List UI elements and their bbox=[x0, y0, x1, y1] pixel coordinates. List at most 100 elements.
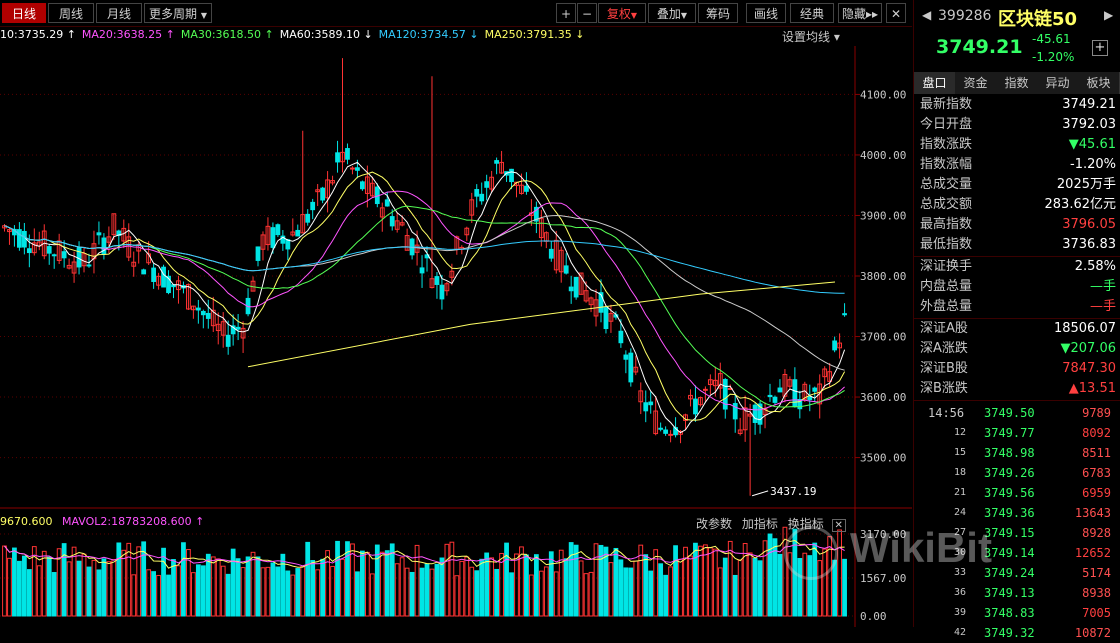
tick-price: 3749.26 bbox=[984, 466, 1035, 480]
tick-time: 21 bbox=[954, 487, 967, 498]
volume-bar bbox=[394, 563, 400, 617]
hide-button[interactable]: 隐藏▸▸ bbox=[838, 3, 882, 23]
vol-axis-label: 1567.00 bbox=[860, 572, 906, 585]
tick-row: 30 3749.14 12652 bbox=[914, 543, 1120, 563]
vol1-label: 9670.600 bbox=[0, 515, 53, 528]
quote-key: 最高指数 bbox=[920, 217, 973, 232]
panel-tab[interactable]: 异动 bbox=[1037, 72, 1079, 94]
volume-bar bbox=[404, 567, 410, 617]
volume-bar bbox=[171, 559, 176, 617]
panel-tab[interactable]: 指数 bbox=[996, 72, 1038, 94]
quote-key: 最低指数 bbox=[920, 237, 973, 252]
volume-bar bbox=[320, 558, 326, 617]
y-axis-label: 4000.00 bbox=[860, 149, 906, 162]
candle-body bbox=[235, 326, 241, 330]
tick-row: 14:56 3749.50 9789 bbox=[914, 403, 1120, 423]
quote-key: 指数涨幅 bbox=[920, 157, 973, 172]
candle-body bbox=[151, 267, 157, 282]
volume-bar bbox=[111, 559, 117, 617]
quote-value: 7847.30 bbox=[1062, 361, 1116, 376]
switch-indicator-button[interactable]: 换指标 bbox=[788, 517, 824, 531]
ma-line bbox=[4, 225, 845, 294]
volume-bar bbox=[51, 572, 57, 617]
index-change: -45.61 bbox=[1032, 32, 1071, 46]
candle-body bbox=[270, 227, 276, 248]
candle-body bbox=[494, 160, 499, 164]
draw-line-button[interactable]: 画线 bbox=[746, 3, 786, 23]
candle-body bbox=[702, 388, 708, 391]
overlay-button[interactable]: 叠加▼ bbox=[648, 3, 696, 23]
quote-value: ▲13.51 bbox=[1068, 381, 1116, 396]
volume-bar bbox=[837, 529, 842, 617]
candle-body bbox=[26, 248, 32, 254]
tick-row: 36 3749.13 8938 bbox=[914, 583, 1120, 603]
add-indicator-button[interactable]: 加指标 bbox=[742, 517, 778, 531]
candle-body bbox=[96, 232, 102, 236]
adjust-label: 复权 bbox=[606, 7, 631, 21]
volume-bar bbox=[633, 560, 639, 617]
volume-bar bbox=[41, 550, 47, 617]
panel-tab[interactable]: 板块 bbox=[1078, 72, 1120, 94]
zoom-out-button[interactable]: − bbox=[577, 3, 597, 23]
volume-bar bbox=[524, 554, 529, 617]
quote-key: 最新指数 bbox=[920, 97, 973, 112]
quote-key: 外盘总量 bbox=[920, 299, 973, 314]
tick-row: 42 3749.32 10872 bbox=[914, 623, 1120, 643]
kline-chart[interactable]: 4100.00 4000.00 3900.00 3800.00 3700.00 3600.… bbox=[0, 46, 912, 627]
y-axis-label: 3500.00 bbox=[860, 452, 906, 465]
tick-price: 3748.98 bbox=[984, 446, 1035, 460]
candle-body bbox=[648, 401, 654, 406]
quote-row: 指数涨幅 -1.20% bbox=[920, 155, 1116, 175]
candle-body bbox=[479, 193, 485, 202]
candle-body bbox=[524, 185, 529, 192]
volume-bar bbox=[767, 533, 773, 617]
dropdown-arrow-icon: ▼ bbox=[680, 11, 688, 20]
volume-bar bbox=[305, 541, 311, 617]
tick-time: 24 bbox=[954, 507, 967, 518]
adjust-button[interactable]: 复权▼ bbox=[598, 3, 646, 23]
ma-legend: 10:3735.29 ↑ MA20:3638.25 ↑ MA30:3618.50 ↑… bbox=[0, 28, 912, 46]
volume-bar bbox=[106, 561, 112, 617]
volume-bar bbox=[235, 558, 241, 617]
volume-bar bbox=[802, 552, 808, 617]
tab-daily[interactable]: 日线 bbox=[2, 3, 46, 23]
volume-bar bbox=[663, 574, 669, 617]
close-icon[interactable]: ✕ bbox=[886, 3, 906, 23]
ma-settings-button[interactable]: 设置均线 ▾ bbox=[782, 28, 840, 45]
volume-bar bbox=[146, 569, 152, 617]
candle-body bbox=[603, 307, 609, 330]
tick-price: 3749.13 bbox=[984, 586, 1035, 600]
quote-value: 283.62亿元 bbox=[1044, 197, 1117, 212]
volume-bar bbox=[698, 545, 703, 617]
ma-legend-item: MA60:3589.10 ↓ bbox=[279, 28, 373, 41]
candle-body bbox=[384, 199, 390, 207]
candle-body bbox=[389, 216, 395, 227]
quote-key: 总成交额 bbox=[920, 197, 973, 212]
volume-bar bbox=[399, 557, 405, 617]
tab-weekly[interactable]: 周线 bbox=[48, 3, 94, 23]
classic-button[interactable]: 经典 bbox=[790, 3, 834, 23]
quote-key: 深证A股 bbox=[920, 321, 968, 336]
vol-axis-label: 3170.00 bbox=[860, 528, 906, 541]
candle-body bbox=[832, 340, 838, 351]
candle-body bbox=[548, 248, 554, 259]
edit-params-button[interactable]: 改参数 bbox=[696, 517, 732, 531]
close-icon[interactable]: ✕ bbox=[831, 519, 846, 532]
chips-button[interactable]: 筹码 bbox=[698, 3, 738, 23]
tick-time: 14:56 bbox=[928, 406, 965, 420]
quote-row: 深证B股 7847.30 bbox=[920, 359, 1116, 379]
volume-bar bbox=[489, 557, 495, 617]
volume-bar bbox=[151, 571, 157, 617]
panel-tab[interactable]: 资金 bbox=[955, 72, 997, 94]
panel-tab[interactable]: 盘口 bbox=[914, 72, 956, 94]
tab-monthly[interactable]: 月线 bbox=[96, 3, 142, 23]
tick-volume: 5174 bbox=[1082, 566, 1111, 580]
volume-bar bbox=[116, 542, 122, 617]
prev-arrow-icon[interactable]: ◀ bbox=[922, 8, 931, 22]
next-arrow-icon[interactable]: ▶ bbox=[1104, 8, 1113, 22]
candle-body bbox=[17, 229, 22, 248]
zoom-in-button[interactable]: + bbox=[556, 3, 576, 23]
candle-body bbox=[842, 313, 847, 316]
add-watchlist-button[interactable]: + bbox=[1092, 40, 1108, 56]
tab-more-periods[interactable]: 更多周期 ▼ bbox=[144, 3, 212, 23]
